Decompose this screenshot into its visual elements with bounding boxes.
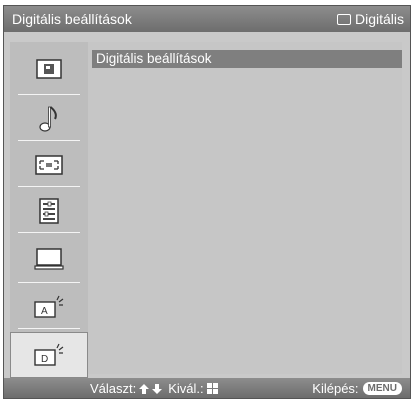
menu-key-badge[interactable]: MENU [362,382,402,395]
footer-bar: Választ: Kivál.: Kilépés: MENU [4,378,410,398]
sound-icon [39,106,57,132]
digital-settings-icon: D [34,343,64,366]
arrow-down-icon [152,383,163,394]
picture-icon [36,59,62,79]
sidebar-item-analog[interactable]: A [10,284,88,330]
input-mode-indicator: Digitális [336,11,404,27]
tv-menu-screen: Digitális beállítások Digitális A D Digi… [3,5,411,399]
select-label: Választ: [90,381,137,396]
sidebar-item-pc[interactable] [10,236,88,282]
input-mode-label: Digitális [354,11,404,27]
setup-list-icon [39,198,59,224]
sidebar-divider [18,94,80,95]
footer-navigation-hint: Választ: Kivál.: [90,381,218,396]
enter-label: Kivál.: [168,381,204,396]
sidebar: A D [10,42,88,378]
sidebar-item-screen[interactable] [10,142,88,188]
sidebar-divider [18,186,80,187]
sidebar-divider [18,232,80,233]
content-panel: Digitális beállítások [88,42,402,374]
pc-monitor-icon [34,248,64,270]
sidebar-divider [18,282,80,283]
arrow-up-icon [139,383,150,394]
sidebar-divider [18,328,80,329]
header-bar: Digitális beállítások Digitális [4,6,410,32]
enter-key-icon [206,383,218,394]
page-title: Digitális beállítások [12,11,132,27]
sidebar-divider [18,140,80,141]
analog-settings-icon: A [34,295,64,318]
sidebar-item-digital[interactable]: D [10,332,88,378]
exit-label: Kilépés: [312,381,359,396]
digital-letter: D [41,354,48,365]
screen-icon [35,155,63,175]
sidebar-item-picture[interactable] [10,46,88,92]
footer-exit-hint: Kilépés: MENU [312,381,402,396]
rectangle-icon [336,13,351,25]
sidebar-item-setup[interactable] [10,188,88,234]
menu-item-digital-settings[interactable]: Digitális beállítások [92,50,402,68]
analog-letter: A [41,306,48,317]
sidebar-item-sound[interactable] [10,96,88,142]
